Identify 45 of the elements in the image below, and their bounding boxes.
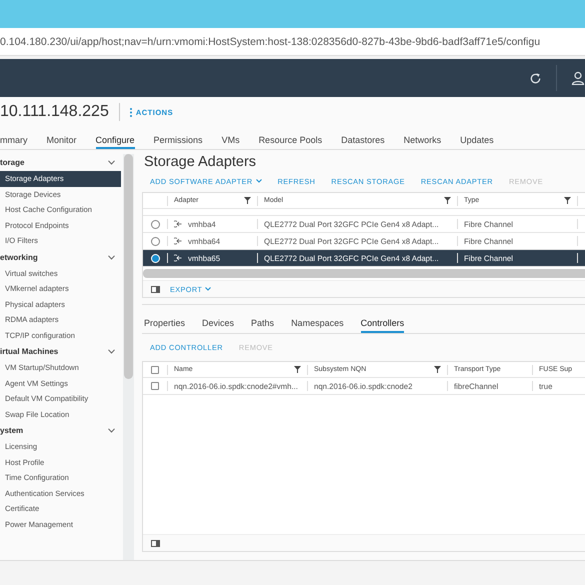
radio-button[interactable] (150, 236, 160, 246)
column-toggle-icon[interactable] (151, 286, 160, 292)
vertical-dots-icon (130, 108, 132, 116)
nav-tab[interactable]: Networks (404, 127, 442, 149)
filter-icon[interactable] (564, 197, 571, 204)
select-all-checkbox[interactable] (151, 366, 159, 374)
filter-icon[interactable] (434, 366, 441, 373)
nav-tab[interactable]: Datastores (341, 127, 385, 149)
filter-icon[interactable] (294, 366, 301, 373)
sidebar-group-title[interactable]: irtual Machines (0, 347, 58, 356)
horizontal-scrollbar[interactable] (143, 269, 585, 278)
chevron-icon[interactable] (108, 160, 115, 165)
nav-tab[interactable]: mmary (0, 127, 28, 149)
page-title: Storage Adapters (144, 154, 258, 170)
sidebar-group-title[interactable]: ystem (0, 426, 24, 435)
scrollbar-thumb[interactable] (124, 154, 133, 379)
host-name: 10.111.148.225 (0, 103, 109, 121)
filter-icon[interactable] (244, 197, 251, 204)
chevron-icon[interactable] (108, 254, 115, 260)
user-icon[interactable] (571, 71, 585, 85)
address-bar-url[interactable]: 0.104.180.230/ui/app/host;nav=h/urn:vmomi:HostSystem:host-138:028356d0-827b-43be-9bd6-badf3aff71e5/configu (0, 36, 540, 48)
sidebar-group-title[interactable]: torage (0, 158, 24, 167)
detail-tab[interactable]: Devices (202, 313, 234, 333)
sidebar-group-title[interactable]: etworking (0, 252, 38, 262)
refresh-icon[interactable] (529, 72, 542, 84)
nav-tab[interactable]: Resource Pools (258, 127, 322, 149)
nav-tab[interactable]: Monitor (46, 127, 77, 149)
detail-tab[interactable]: Namespaces (291, 313, 344, 333)
nav-tab[interactable]: Permissions (154, 127, 203, 149)
chevron-icon[interactable] (108, 349, 115, 354)
adapter-icon (174, 254, 182, 262)
caret-icon (256, 179, 262, 183)
caret-icon (205, 287, 212, 291)
radio-button[interactable] (150, 220, 160, 228)
adapter-icon (174, 237, 182, 245)
detail-tab[interactable]: Paths (251, 313, 274, 333)
nav-tab[interactable]: VMs (222, 127, 240, 149)
detail-tab[interactable]: Controllers (360, 313, 404, 333)
column-toggle-icon[interactable] (151, 540, 160, 546)
chevron-icon[interactable] (108, 428, 115, 433)
detail-tab[interactable]: Properties (144, 313, 186, 333)
adapter-icon (174, 220, 182, 228)
filter-icon[interactable] (444, 197, 451, 204)
row-checkbox[interactable] (151, 382, 159, 390)
nav-tab[interactable]: Updates (460, 127, 494, 149)
